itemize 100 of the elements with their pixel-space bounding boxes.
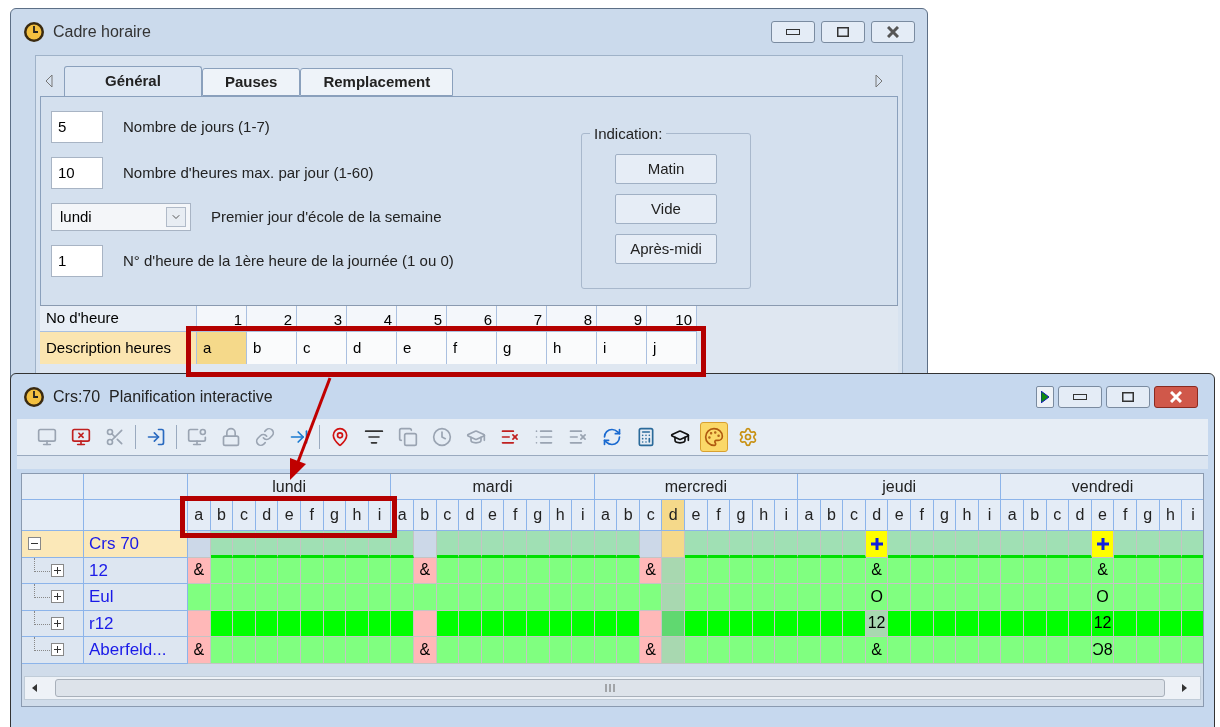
period-header[interactable]: h <box>346 500 369 531</box>
schedule-cell[interactable] <box>481 584 505 611</box>
schedule-cell[interactable] <box>391 637 414 664</box>
schedule-cell[interactable] <box>1046 637 1070 664</box>
schedule-cell[interactable] <box>391 531 414 558</box>
indication-button[interactable]: Après-midi <box>615 234 717 264</box>
schedule-cell[interactable] <box>752 531 776 558</box>
row-label[interactable]: r12 <box>84 610 188 637</box>
schedule-cell[interactable] <box>798 637 821 664</box>
hour-description-cell[interactable]: d <box>347 332 397 364</box>
schedule-cell[interactable] <box>368 637 392 664</box>
schedule-cell[interactable] <box>911 637 934 664</box>
schedule-cell[interactable] <box>730 584 753 611</box>
period-header[interactable]: a <box>594 500 618 531</box>
period-header[interactable]: a <box>188 500 211 531</box>
schedule-cell[interactable] <box>1136 584 1160 611</box>
period-header[interactable]: e <box>278 500 301 531</box>
schedule-cell[interactable] <box>730 531 753 558</box>
schedule-cell[interactable] <box>843 610 866 637</box>
row-label[interactable]: Crs 70 <box>84 531 188 558</box>
schedule-cell[interactable] <box>504 557 527 584</box>
schedule-cell[interactable] <box>617 557 640 584</box>
schedule-cell[interactable] <box>639 584 663 611</box>
schedule-cell[interactable] <box>323 584 347 611</box>
close-button[interactable] <box>1154 385 1198 408</box>
schedule-cell[interactable] <box>843 584 866 611</box>
schedule-cell[interactable] <box>730 637 753 664</box>
period-header[interactable]: d <box>865 500 889 531</box>
schedule-cell[interactable] <box>210 637 234 664</box>
schedule-cell[interactable] <box>368 584 392 611</box>
schedule-cell[interactable]: & <box>865 637 889 664</box>
hour-description-cell[interactable]: c <box>297 332 347 364</box>
schedule-cell[interactable] <box>956 584 979 611</box>
schedule-cell[interactable]: Ɔ8 <box>1091 637 1115 664</box>
day-dropdown[interactable]: lundi <box>51 203 191 231</box>
schedule-cell[interactable] <box>255 637 279 664</box>
tab[interactable]: Remplacement <box>300 68 454 96</box>
schedule-cell[interactable] <box>820 637 844 664</box>
schedule-cell[interactable] <box>481 531 505 558</box>
schedule-cell[interactable] <box>1182 584 1203 611</box>
number-field[interactable]: 1 <box>51 245 103 277</box>
collapse-button[interactable] <box>28 537 41 551</box>
schedule-cell[interactable] <box>617 531 640 558</box>
schedule-cell[interactable] <box>1182 610 1203 637</box>
schedule-cell[interactable] <box>775 637 799 664</box>
schedule-cell[interactable] <box>1069 557 1092 584</box>
schedule-cell[interactable] <box>549 531 573 558</box>
schedule-cell[interactable]: & <box>188 557 211 584</box>
schedule-cell[interactable] <box>956 610 979 637</box>
schedule-cell[interactable] <box>798 531 821 558</box>
schedule-cell[interactable] <box>391 557 414 584</box>
schedule-cell[interactable] <box>278 637 301 664</box>
schedule-cell[interactable] <box>1159 531 1183 558</box>
tab[interactable]: Pauses <box>201 68 301 96</box>
hour-description-cell[interactable]: b <box>247 332 297 364</box>
schedule-cell[interactable] <box>911 584 934 611</box>
schedule-cell[interactable] <box>549 637 573 664</box>
schedule-cell[interactable] <box>391 584 414 611</box>
period-header[interactable]: d <box>1069 500 1092 531</box>
schedule-cell[interactable] <box>526 531 550 558</box>
schedule-cell[interactable] <box>504 637 527 664</box>
schedule-cell[interactable]: O <box>865 584 889 611</box>
schedule-cell[interactable] <box>1001 531 1024 558</box>
schedule-cell[interactable] <box>911 610 934 637</box>
period-header[interactable]: e <box>685 500 708 531</box>
period-header[interactable]: f <box>1114 500 1137 531</box>
schedule-cell[interactable] <box>459 557 482 584</box>
period-header[interactable]: b <box>820 500 844 531</box>
schedule-cell[interactable] <box>1069 584 1092 611</box>
schedule-cell[interactable] <box>346 557 369 584</box>
period-header[interactable]: h <box>549 500 573 531</box>
indication-button[interactable]: Vide <box>615 194 717 224</box>
schedule-cell[interactable] <box>956 637 979 664</box>
schedule-cell[interactable] <box>233 610 256 637</box>
schedule-cell[interactable] <box>278 610 301 637</box>
period-header[interactable]: g <box>933 500 957 531</box>
scrollbar[interactable] <box>24 676 1201 700</box>
schedule-cell[interactable] <box>730 557 753 584</box>
period-header[interactable]: c <box>639 500 663 531</box>
schedule-cell[interactable] <box>888 584 911 611</box>
period-header[interactable]: g <box>1136 500 1160 531</box>
period-header[interactable]: c <box>1046 500 1070 531</box>
close-button[interactable] <box>871 21 915 43</box>
schedule-cell[interactable] <box>1069 610 1092 637</box>
schedule-cell[interactable] <box>1114 610 1137 637</box>
period-header[interactable]: i <box>1182 500 1203 531</box>
schedule-cell[interactable] <box>459 610 482 637</box>
period-header[interactable]: e <box>1091 500 1115 531</box>
hour-description-cell[interactable]: a <box>197 332 247 364</box>
schedule-cell[interactable] <box>752 637 776 664</box>
schedule-cell[interactable] <box>413 531 437 558</box>
schedule-cell[interactable] <box>549 584 573 611</box>
period-header[interactable]: g <box>526 500 550 531</box>
period-header[interactable]: e <box>481 500 505 531</box>
schedule-cell[interactable] <box>1069 637 1092 664</box>
schedule-cell[interactable] <box>798 610 821 637</box>
schedule-cell[interactable] <box>572 531 595 558</box>
period-header[interactable]: e <box>888 500 911 531</box>
period-header[interactable]: g <box>730 500 753 531</box>
schedule-cell[interactable] <box>233 557 256 584</box>
